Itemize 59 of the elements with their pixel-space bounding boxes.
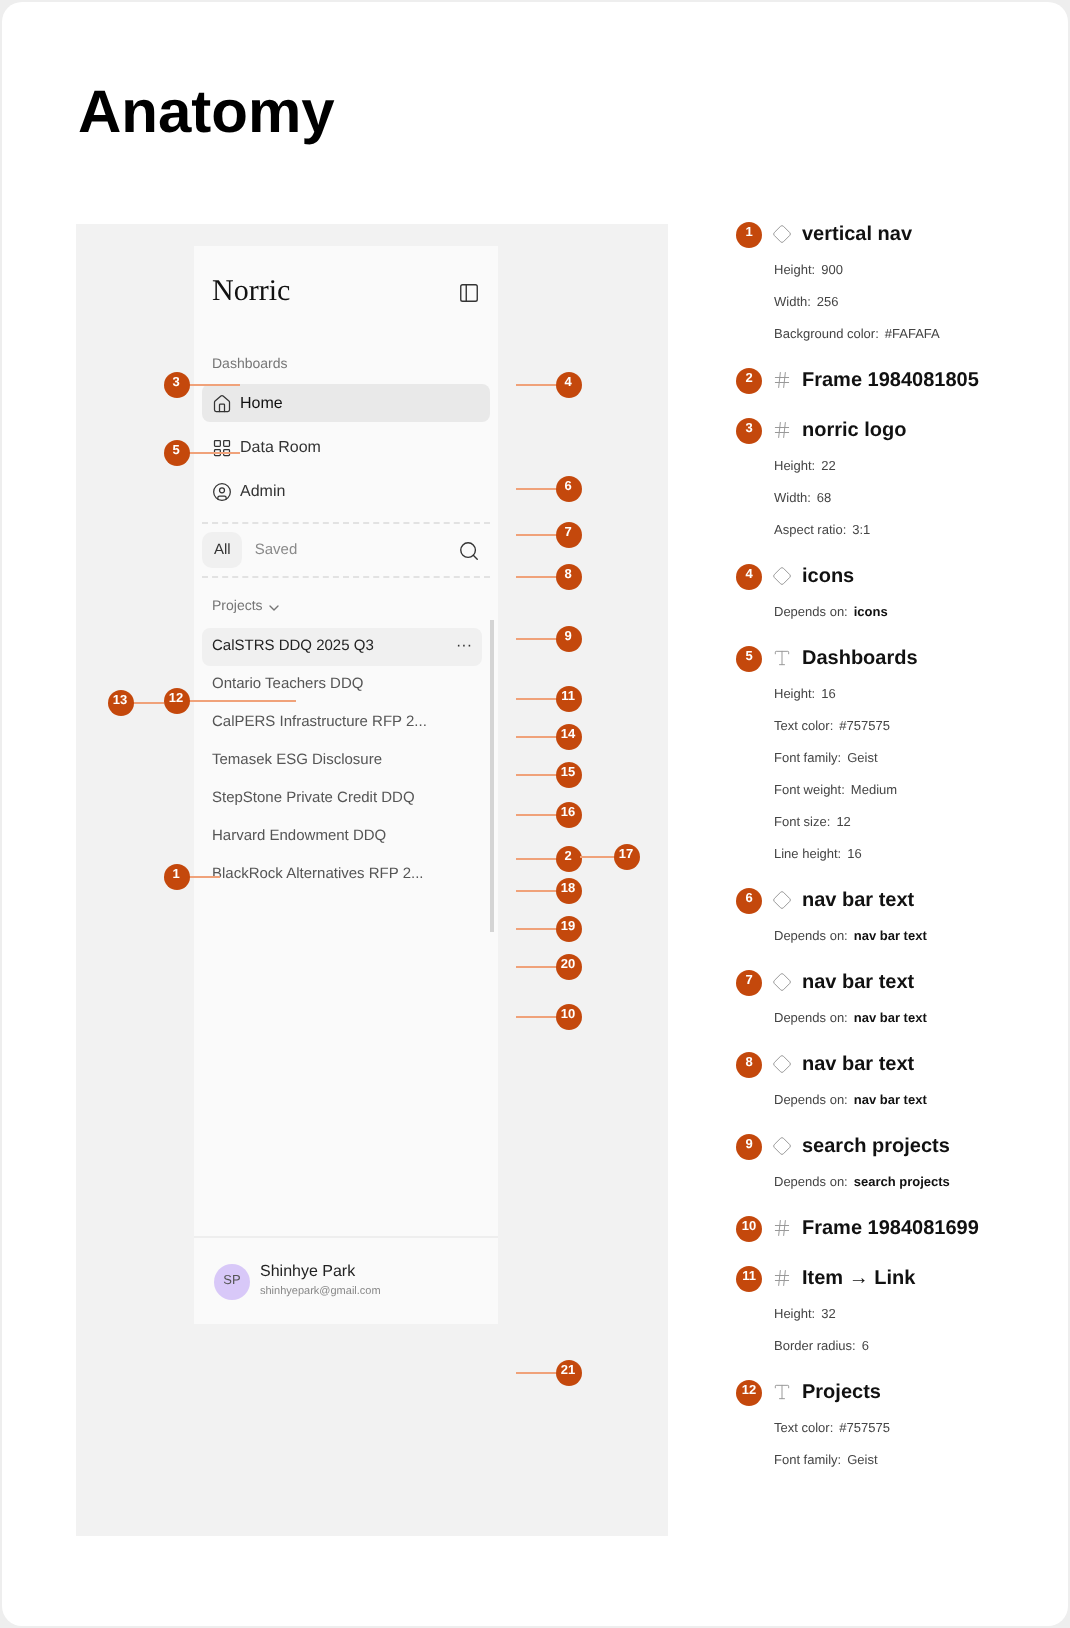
grid-icon (212, 437, 232, 457)
page-title: Anatomy (78, 78, 337, 150)
user-name: Shinhye Park (260, 1260, 358, 1285)
nav-item-label: Data Room (240, 435, 321, 459)
nav-item[interactable]: Home (202, 384, 490, 422)
layer-name: Frame 1984081699 (802, 1215, 979, 1243)
leader-line (516, 534, 556, 536)
leader-line (516, 928, 556, 930)
frame-icon (772, 420, 792, 440)
user-icon (212, 481, 232, 501)
layer-name: icons (802, 563, 855, 591)
leader-line (188, 384, 240, 386)
leader-line (516, 488, 556, 490)
layer-name: norric logo (802, 417, 907, 445)
leader-line (516, 774, 556, 776)
frame-icon (772, 370, 792, 390)
layer-name: nav bar text (802, 969, 915, 997)
component-icon (772, 972, 792, 992)
leader-line (188, 700, 296, 702)
leader-line (516, 736, 556, 738)
nav-item-label: Admin (240, 479, 286, 503)
layer-name: Dashboards (802, 645, 918, 673)
layer-name: vertical nav (802, 221, 913, 249)
layer-name: nav bar text (802, 1051, 915, 1079)
more-menu[interactable]: ··· (456, 634, 472, 658)
leader-line (516, 1372, 556, 1374)
sidebar-toggle-icon[interactable] (458, 281, 480, 304)
leader-line (516, 576, 556, 578)
leader-line (188, 876, 220, 878)
leader-line (516, 966, 556, 968)
frame-icon (772, 1218, 792, 1238)
text-icon (772, 648, 792, 668)
component-icon (772, 1054, 792, 1074)
leader-line (516, 698, 556, 700)
leader-line (132, 702, 164, 704)
layer-name: Frame 1984081805 (802, 367, 979, 395)
text-icon (772, 1382, 792, 1402)
layer-name: Item → Link (802, 1265, 916, 1293)
scrollbar[interactable] (490, 619, 494, 931)
component-icon (772, 224, 792, 244)
leader-line (188, 452, 240, 454)
leader-line (516, 890, 556, 892)
leader-line (516, 814, 556, 816)
component-icon (772, 1136, 792, 1156)
leader-line (580, 856, 614, 858)
frame-icon (772, 1268, 792, 1288)
nav-item-label: Home (240, 391, 283, 415)
layer-name: search projects (802, 1133, 950, 1161)
leader-line (516, 638, 556, 640)
component-icon (772, 890, 792, 910)
logo: Norric (212, 274, 291, 312)
leader-line (516, 1016, 556, 1018)
layer-name: nav bar text (802, 887, 915, 915)
leader-line (516, 384, 556, 386)
component-icon (772, 566, 792, 586)
leader-line (516, 858, 556, 860)
layer-name: Projects (802, 1379, 881, 1407)
home-icon (212, 393, 232, 413)
search-icon[interactable] (458, 539, 480, 561)
